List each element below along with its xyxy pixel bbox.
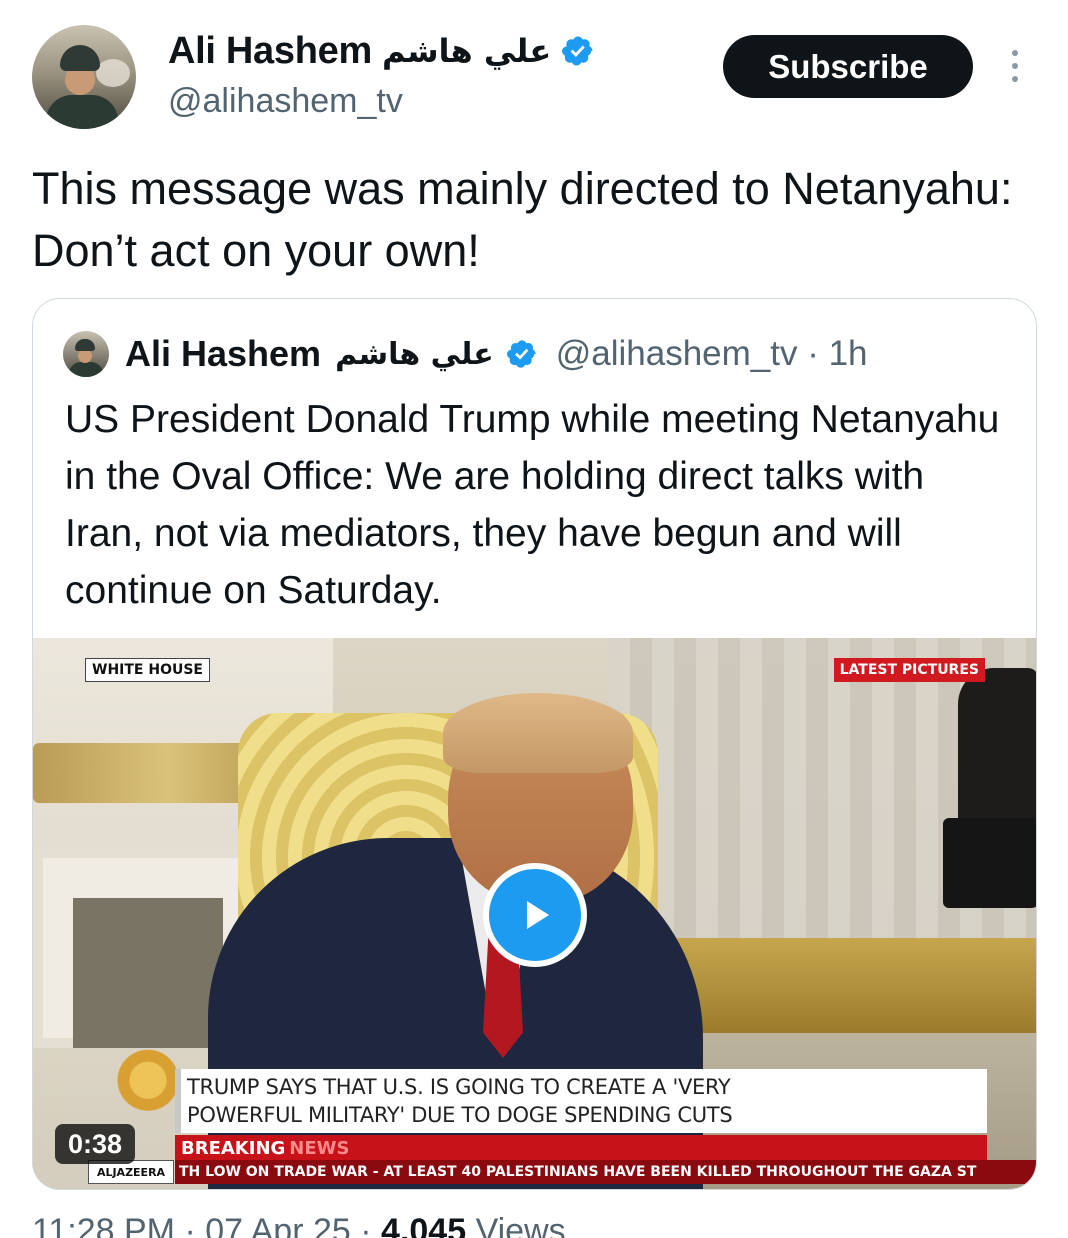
avatar-helmet (60, 45, 100, 71)
author-avatar[interactable] (32, 25, 136, 129)
video-scene-camera (943, 818, 1036, 908)
quoted-tweet-header: Ali Hashem علي هاشم @alihashem_tv · 1h (63, 329, 868, 379)
play-icon (527, 901, 549, 929)
play-button[interactable] (483, 863, 587, 967)
quoted-author-avatar (63, 331, 109, 377)
more-dot (1012, 50, 1018, 56)
verified-badge-icon (506, 340, 536, 368)
quoted-tweet-text: US President Donald Trump while meeting … (65, 398, 1000, 612)
more-dot (1012, 76, 1018, 82)
headline-line-2: POWERFUL MILITARY' DUE TO DOGE SPENDING … (187, 1103, 733, 1127)
quoted-tweet-card[interactable]: Ali Hashem علي هاشم @alihashem_tv · 1h U… (32, 298, 1037, 1190)
breaking-label: BREAKING (181, 1137, 286, 1159)
verified-badge-icon (562, 36, 593, 66)
author-handle[interactable]: @alihashem_tv (168, 82, 403, 121)
avatar-face (78, 349, 92, 363)
avatar-vest (69, 362, 103, 377)
tweet-time[interactable]: 11:28 PM (32, 1212, 175, 1238)
author-arabic-name[interactable]: علي هاشم (382, 32, 551, 70)
fireplace-opening (73, 898, 223, 1048)
subscribe-button[interactable]: Subscribe (723, 35, 973, 98)
avatar-helmet (75, 339, 95, 351)
author-name-row[interactable]: Ali Hashem علي هاشم (168, 28, 595, 74)
news-ticker: TH LOW ON TRADE WAR - AT LEAST 40 PALEST… (175, 1160, 1036, 1184)
headline-line-1: TRUMP SAYS THAT U.S. IS GOING TO CREATE … (187, 1075, 731, 1099)
location-tag: WHITE HOUSE (85, 658, 210, 682)
views-count: 4,045 (381, 1212, 467, 1238)
quoted-author-arabic-name: علي هاشم (335, 336, 494, 372)
more-dot (1012, 63, 1018, 69)
video-duration: 0:38 (55, 1124, 135, 1164)
author-display-name[interactable]: Ali Hashem (168, 30, 372, 73)
quoted-author-name: Ali Hashem (125, 333, 322, 374)
more-options-icon[interactable] (1004, 46, 1026, 86)
avatar-background-smoke (96, 59, 130, 87)
tweet-date[interactable]: 07 Apr 25 (205, 1212, 351, 1238)
news-headline-box: TRUMP SAYS THAT U.S. IS GOING TO CREATE … (175, 1069, 987, 1133)
tweet-meta: 11:28 PM · 07 Apr 25 · 4,045 Views (32, 1212, 566, 1238)
latest-pictures-tag: LATEST PICTURES (833, 658, 985, 682)
breaking-suffix: NEWS (289, 1137, 350, 1159)
video-scene-console (673, 938, 1036, 1033)
avatar-vest (46, 95, 118, 129)
breaking-news-bar: BREAKING NEWS (175, 1135, 987, 1161)
views-label: Views (475, 1212, 566, 1238)
video-player[interactable]: WHITE HOUSE LATEST PICTURES TRUMP SAYS T… (33, 638, 1036, 1189)
tweet-text: This message was mainly directed to Neta… (32, 163, 1013, 276)
quoted-handle-and-time: @alihashem_tv · 1h (555, 334, 868, 373)
video-scene-person-hair (443, 693, 633, 773)
